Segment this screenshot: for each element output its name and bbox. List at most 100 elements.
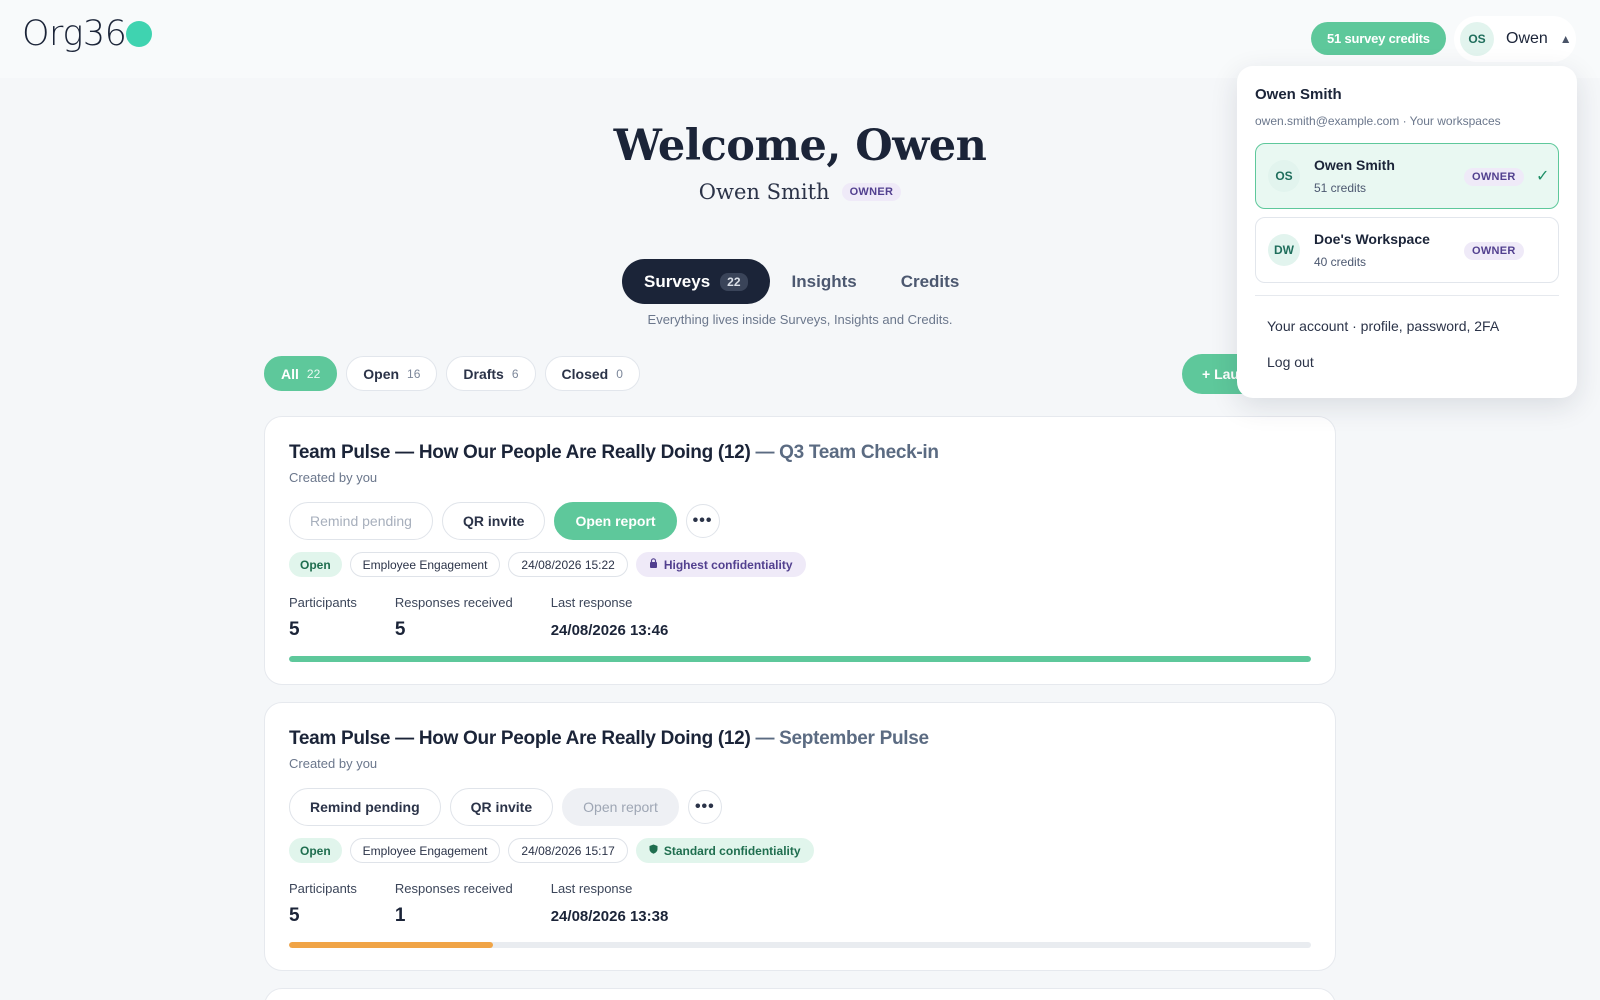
filter-all[interactable]: All 22 (264, 356, 338, 391)
tab-insights[interactable]: Insights (770, 259, 879, 304)
category-tag: Employee Engagement (349, 838, 501, 863)
date-tag: 24/08/2026 15:17 (508, 838, 628, 863)
date-tag: 24/08/2026 15:22 (508, 552, 628, 577)
survey-tags: Open Employee Engagement 24/08/2026 15:2… (289, 552, 806, 577)
stat-value: 1 (394, 905, 406, 926)
status-badge: Open (289, 552, 342, 577)
qr-invite-button[interactable]: QR invite (449, 788, 554, 826)
stat-value: 24/08/2026 13:38 (550, 908, 669, 925)
status-badge: Open (289, 838, 342, 863)
avatar: OS (1268, 160, 1300, 192)
logo-text: Org36 (22, 14, 127, 54)
workspace-item-owen-smith[interactable]: OS Owen Smith 51 credits OWNER ✓ (1255, 143, 1559, 209)
avatar: OS (1460, 22, 1494, 56)
stat-label: Last response (550, 595, 633, 610)
stat-label: Last response (550, 881, 633, 896)
stat-value: 5 (394, 619, 406, 640)
survey-actions: Remind pending QR invite Open report ••• (289, 502, 720, 540)
survey-name: Team Pulse — How Our People Are Really D… (289, 728, 751, 749)
workspace-info: Owen Smith 51 credits (1314, 157, 1395, 195)
remind-pending-button[interactable]: Remind pending (289, 502, 433, 540)
stat-label: Participants (289, 595, 357, 610)
filter-label: Open (363, 365, 400, 382)
qr-invite-button[interactable]: QR invite (441, 502, 546, 540)
filter-open[interactable]: Open 16 (346, 356, 438, 391)
tab-label: Credits (900, 271, 960, 291)
survey-credits-pill[interactable]: 51 survey credits (1311, 22, 1446, 55)
survey-created-by: Created by you (289, 756, 378, 771)
confidentiality-label: Highest confidentiality (663, 557, 793, 572)
menu-divider (1255, 295, 1559, 296)
role-badge: OWNER (1464, 168, 1524, 186)
stat-value: 5 (289, 905, 300, 926)
survey-filters: All 22 Open 16 Drafts 6 Closed 0 (264, 356, 640, 391)
filter-label: Drafts (463, 365, 504, 382)
progress-fill (289, 942, 494, 948)
survey-created-by: Created by you (289, 470, 378, 485)
user-full-name: Owen Smith (698, 180, 830, 204)
workspace-item-doe[interactable]: DW Doe's Workspace 40 credits OWNER (1255, 217, 1559, 283)
survey-title[interactable]: Team Pulse — How Our People Are Really D… (289, 442, 939, 464)
logo-dot-icon (126, 21, 153, 47)
survey-subtitle: — Q3 Team Check-in (755, 442, 939, 463)
progress-fill (289, 656, 1311, 662)
stat-participants: Participants 5 (289, 881, 357, 927)
survey-stats: Participants 5 Responses received 5 Last… (289, 595, 706, 641)
survey-name: Team Pulse — How Our People Are Really D… (289, 442, 751, 463)
response-progress-bar (289, 656, 1311, 662)
user-name: Owen (1506, 30, 1548, 47)
stat-responses: Responses received 1 (395, 881, 513, 927)
tab-count: 22 (720, 272, 748, 291)
tab-credits[interactable]: Credits (879, 259, 982, 304)
stat-label: Responses received (394, 881, 513, 896)
filter-label: All (281, 365, 299, 382)
logout-link[interactable]: Log out (1267, 354, 1314, 370)
more-options-icon[interactable]: ••• (685, 504, 720, 538)
survey-stats: Participants 5 Responses received 1 Last… (289, 881, 706, 927)
survey-subtitle: — September Pulse (755, 728, 929, 749)
more-options-icon[interactable]: ••• (687, 790, 722, 824)
confidentiality-tag: Standard confidentiality (635, 838, 814, 863)
menu-user-email: owen.smith@example.com · Your workspaces (1255, 114, 1501, 128)
filter-count: 6 (511, 366, 519, 381)
account-settings-link[interactable]: Your account · profile, password, 2FA (1267, 318, 1499, 334)
logo[interactable]: Org36 (22, 14, 153, 54)
survey-title[interactable]: Team Pulse — How Our People Are Really D… (289, 728, 929, 750)
checkmark-icon: ✓ (1536, 168, 1550, 185)
workspace-name: Doe's Workspace (1314, 231, 1430, 247)
tab-label: Insights (791, 271, 857, 291)
workspace-credits: 51 credits (1314, 181, 1367, 195)
stat-responses: Responses received 5 (395, 595, 513, 641)
lock-icon (649, 558, 658, 571)
tab-surveys[interactable]: Surveys 22 (622, 259, 770, 304)
role-badge: OWNER (1464, 242, 1524, 260)
shield-icon (649, 844, 658, 857)
menu-user-name: Owen Smith (1255, 86, 1342, 103)
category-tag: Employee Engagement (349, 552, 501, 577)
confidentiality-tag: Highest confidentiality (635, 552, 806, 577)
confidentiality-label: Standard confidentiality (663, 843, 801, 858)
stat-participants: Participants 5 (289, 595, 357, 641)
user-menu-toggle[interactable]: OS Owen ▲ (1454, 16, 1576, 62)
stat-value: 24/08/2026 13:46 (550, 622, 669, 639)
stat-label: Participants (289, 881, 357, 896)
filter-count: 0 (616, 366, 623, 381)
caret-up-icon: ▲ (1559, 32, 1572, 46)
open-report-button[interactable]: Open report (554, 502, 677, 540)
survey-tags: Open Employee Engagement 24/08/2026 15:1… (289, 838, 814, 863)
survey-card: Team Pulse — How Our People Are Really D… (264, 416, 1336, 685)
filter-label: Closed (561, 365, 609, 382)
avatar: DW (1268, 234, 1300, 266)
tab-label: Surveys (644, 271, 711, 291)
role-badge: OWNER (841, 183, 902, 201)
filter-closed[interactable]: Closed 0 (544, 356, 640, 391)
remind-pending-button[interactable]: Remind pending (289, 788, 441, 826)
open-report-button[interactable]: Open report (562, 788, 679, 826)
filter-count: 22 (306, 366, 321, 381)
stat-value: 5 (289, 619, 300, 640)
workspace-info: Doe's Workspace 40 credits (1314, 231, 1430, 269)
account-menu: Owen Smith owen.smith@example.com · Your… (1237, 66, 1577, 398)
filter-drafts[interactable]: Drafts 6 (446, 356, 536, 391)
response-progress-bar (289, 942, 1311, 948)
stat-last-response: Last response 24/08/2026 13:46 (551, 595, 669, 641)
